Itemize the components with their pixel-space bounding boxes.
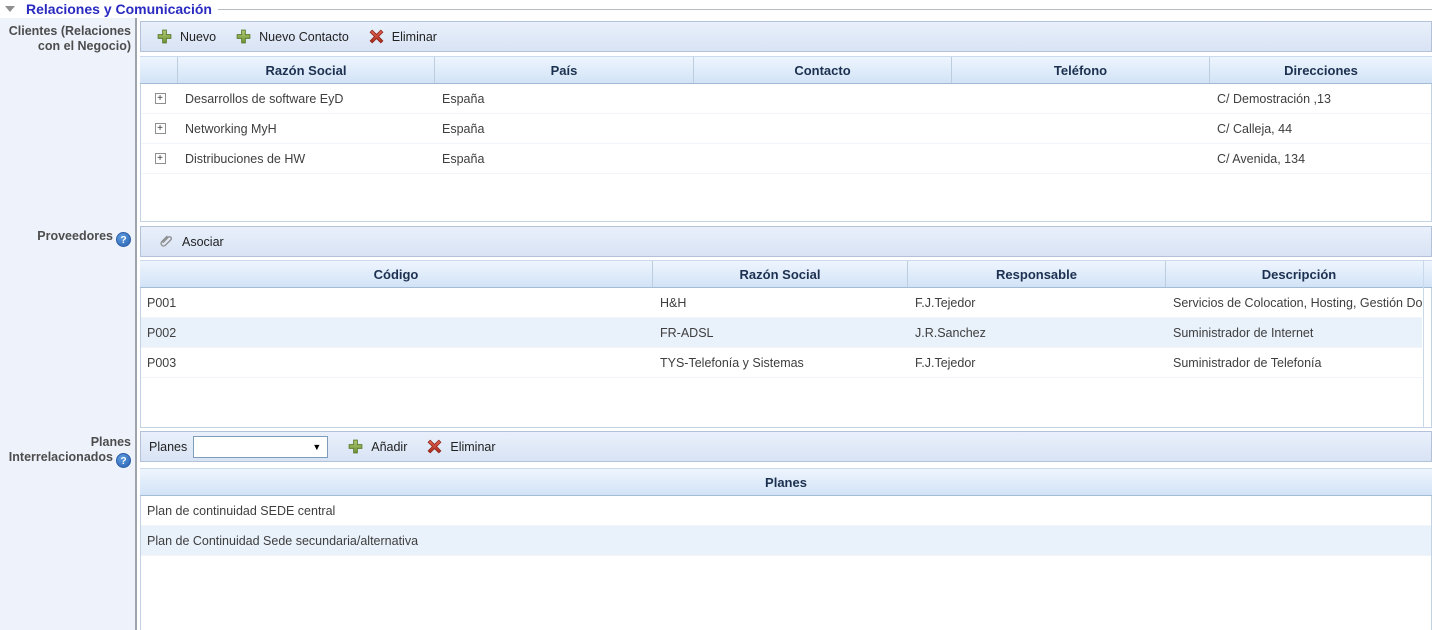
cell-direcciones: C/ Avenida, 134 xyxy=(1211,144,1431,173)
asociar-button-label: Asociar xyxy=(182,235,224,249)
planes-grid: Planes Plan de continuidad SEDE central … xyxy=(140,468,1432,630)
column-header-responsable[interactable]: Responsable xyxy=(908,261,1166,287)
cell-plan: Plan de Continuidad Sede secundaria/alte… xyxy=(141,526,1431,555)
help-icon[interactable]: ? xyxy=(116,232,131,247)
cell-plan: Plan de continuidad SEDE central xyxy=(141,496,1431,525)
cell-responsable: F.J.Tejedor xyxy=(909,348,1167,377)
table-row[interactable]: P001 H&H F.J.Tejedor Servicios de Coloca… xyxy=(141,288,1422,318)
cell-codigo: P002 xyxy=(141,318,654,347)
cell-telefono xyxy=(953,114,1211,143)
eliminar-button[interactable]: Eliminar xyxy=(361,26,445,47)
clientes-toolbar: Nuevo Nuevo Contacto Eliminar xyxy=(140,21,1432,52)
column-header-razon-social[interactable]: Razón Social xyxy=(178,57,435,83)
cell-descripcion: Suministrador de Internet xyxy=(1167,318,1422,347)
clientes-label-text: Clientes (Relaciones con el Negocio) xyxy=(9,24,131,53)
cell-razon-social: Desarrollos de software EyD xyxy=(179,84,436,113)
cell-telefono xyxy=(953,84,1211,113)
cell-contacto xyxy=(695,84,953,113)
clientes-grid-header: Razón Social País Contacto Teléfono Dire… xyxy=(140,56,1432,84)
cell-codigo: P001 xyxy=(141,288,654,317)
cell-pais: España xyxy=(436,84,695,113)
column-header-descripcion[interactable]: Descripción xyxy=(1166,261,1432,287)
proveedores-grid: Código Razón Social Responsable Descripc… xyxy=(140,260,1432,428)
delete-icon xyxy=(427,439,442,454)
cell-razon-social: TYS-Telefonía y Sistemas xyxy=(654,348,909,377)
planes-toolbar: Planes ▼ Añadir Eliminar xyxy=(140,431,1432,462)
table-row[interactable]: + Networking MyH España C/ Calleja, 44 xyxy=(141,114,1431,144)
scrollbar-track[interactable] xyxy=(1423,260,1424,428)
proveedores-label: Proveedores? xyxy=(1,229,131,247)
column-header-razon-social[interactable]: Razón Social xyxy=(653,261,908,287)
add-icon xyxy=(236,29,251,44)
cell-contacto xyxy=(695,144,953,173)
cell-descripcion: Servicios de Colocation, Hosting, Gestió… xyxy=(1167,288,1422,317)
table-row[interactable]: Plan de Continuidad Sede secundaria/alte… xyxy=(141,526,1431,556)
sidebar: Clientes (Relaciones con el Negocio) Pro… xyxy=(0,18,137,630)
clientes-grid: Razón Social País Contacto Teléfono Dire… xyxy=(140,56,1432,222)
cell-razon-social: FR-ADSL xyxy=(654,318,909,347)
cell-direcciones: C/ Calleja, 44 xyxy=(1211,114,1431,143)
proveedores-toolbar: Asociar xyxy=(140,226,1432,257)
clientes-grid-body: + Desarrollos de software EyD España C/ … xyxy=(140,84,1432,222)
planes-label-text: Planes Interrelacionados xyxy=(9,435,131,464)
proveedores-grid-header: Código Razón Social Responsable Descripc… xyxy=(140,260,1432,288)
expand-plus-icon[interactable]: + xyxy=(155,93,166,104)
relaciones-page: Relaciones y Comunicación Clientes (Rela… xyxy=(0,0,1432,630)
collapse-triangle-icon[interactable] xyxy=(5,6,15,12)
column-header-contacto[interactable]: Contacto xyxy=(694,57,952,83)
nuevo-contacto-button[interactable]: Nuevo Contacto xyxy=(228,26,357,47)
cell-razon-social: H&H xyxy=(654,288,909,317)
eliminar-button-label: Eliminar xyxy=(392,30,437,44)
cell-razon-social: Distribuciones de HW xyxy=(179,144,436,173)
column-header-pais[interactable]: País xyxy=(435,57,694,83)
cell-pais: España xyxy=(436,144,695,173)
column-header-codigo[interactable]: Código xyxy=(140,261,653,287)
eliminar-button[interactable]: Eliminar xyxy=(419,436,503,457)
table-row[interactable]: + Distribuciones de HW España C/ Avenida… xyxy=(141,144,1431,174)
proveedores-grid-body: P001 H&H F.J.Tejedor Servicios de Coloca… xyxy=(140,288,1432,428)
table-row[interactable]: Plan de continuidad SEDE central xyxy=(141,496,1431,526)
cell-razon-social: Networking MyH xyxy=(179,114,436,143)
add-icon xyxy=(348,439,363,454)
paperclip-icon xyxy=(157,233,174,250)
nuevo-button-label: Nuevo xyxy=(180,30,216,44)
page-title: Relaciones y Comunicación xyxy=(26,1,212,17)
section-header: Relaciones y Comunicación xyxy=(0,0,1432,18)
chevron-down-icon: ▼ xyxy=(312,442,327,452)
table-row[interactable]: + Desarrollos de software EyD España C/ … xyxy=(141,84,1431,114)
fieldset-line xyxy=(218,9,1432,11)
column-header-direcciones[interactable]: Direcciones xyxy=(1210,57,1432,83)
cell-responsable: F.J.Tejedor xyxy=(909,288,1167,317)
cell-contacto xyxy=(695,114,953,143)
planes-grid-body: Plan de continuidad SEDE central Plan de… xyxy=(140,496,1432,630)
expand-plus-icon[interactable]: + xyxy=(155,123,166,134)
cell-telefono xyxy=(953,144,1211,173)
cell-pais: España xyxy=(436,114,695,143)
column-header-telefono[interactable]: Teléfono xyxy=(952,57,1210,83)
nuevo-contacto-button-label: Nuevo Contacto xyxy=(259,30,349,44)
planes-grid-header: Planes xyxy=(140,468,1432,496)
add-icon xyxy=(157,29,172,44)
eliminar-button-label: Eliminar xyxy=(450,440,495,454)
cell-direcciones: C/ Demostración ,13 xyxy=(1211,84,1431,113)
nuevo-button[interactable]: Nuevo xyxy=(149,26,224,47)
delete-icon xyxy=(369,29,384,44)
cell-descripcion: Suministrador de Telefonía xyxy=(1167,348,1422,377)
cell-codigo: P003 xyxy=(141,348,654,377)
proveedores-label-text: Proveedores xyxy=(37,229,113,243)
cell-responsable: J.R.Sanchez xyxy=(909,318,1167,347)
asociar-button[interactable]: Asociar xyxy=(149,230,232,253)
clientes-label: Clientes (Relaciones con el Negocio) xyxy=(1,24,131,54)
table-row[interactable]: P002 FR-ADSL J.R.Sanchez Suministrador d… xyxy=(141,318,1422,348)
expander-column-header[interactable] xyxy=(140,57,178,83)
table-row[interactable]: P003 TYS-Telefonía y Sistemas F.J.Tejedo… xyxy=(141,348,1422,378)
column-header-planes[interactable]: Planes xyxy=(140,469,1432,495)
expand-plus-icon[interactable]: + xyxy=(155,153,166,164)
anadir-button-label: Añadir xyxy=(371,440,407,454)
planes-select-label: Planes xyxy=(149,440,187,454)
anadir-button[interactable]: Añadir xyxy=(340,436,415,457)
planes-select[interactable]: ▼ xyxy=(193,436,328,458)
help-icon[interactable]: ? xyxy=(116,453,131,468)
planes-label: Planes Interrelacionados? xyxy=(1,435,131,468)
